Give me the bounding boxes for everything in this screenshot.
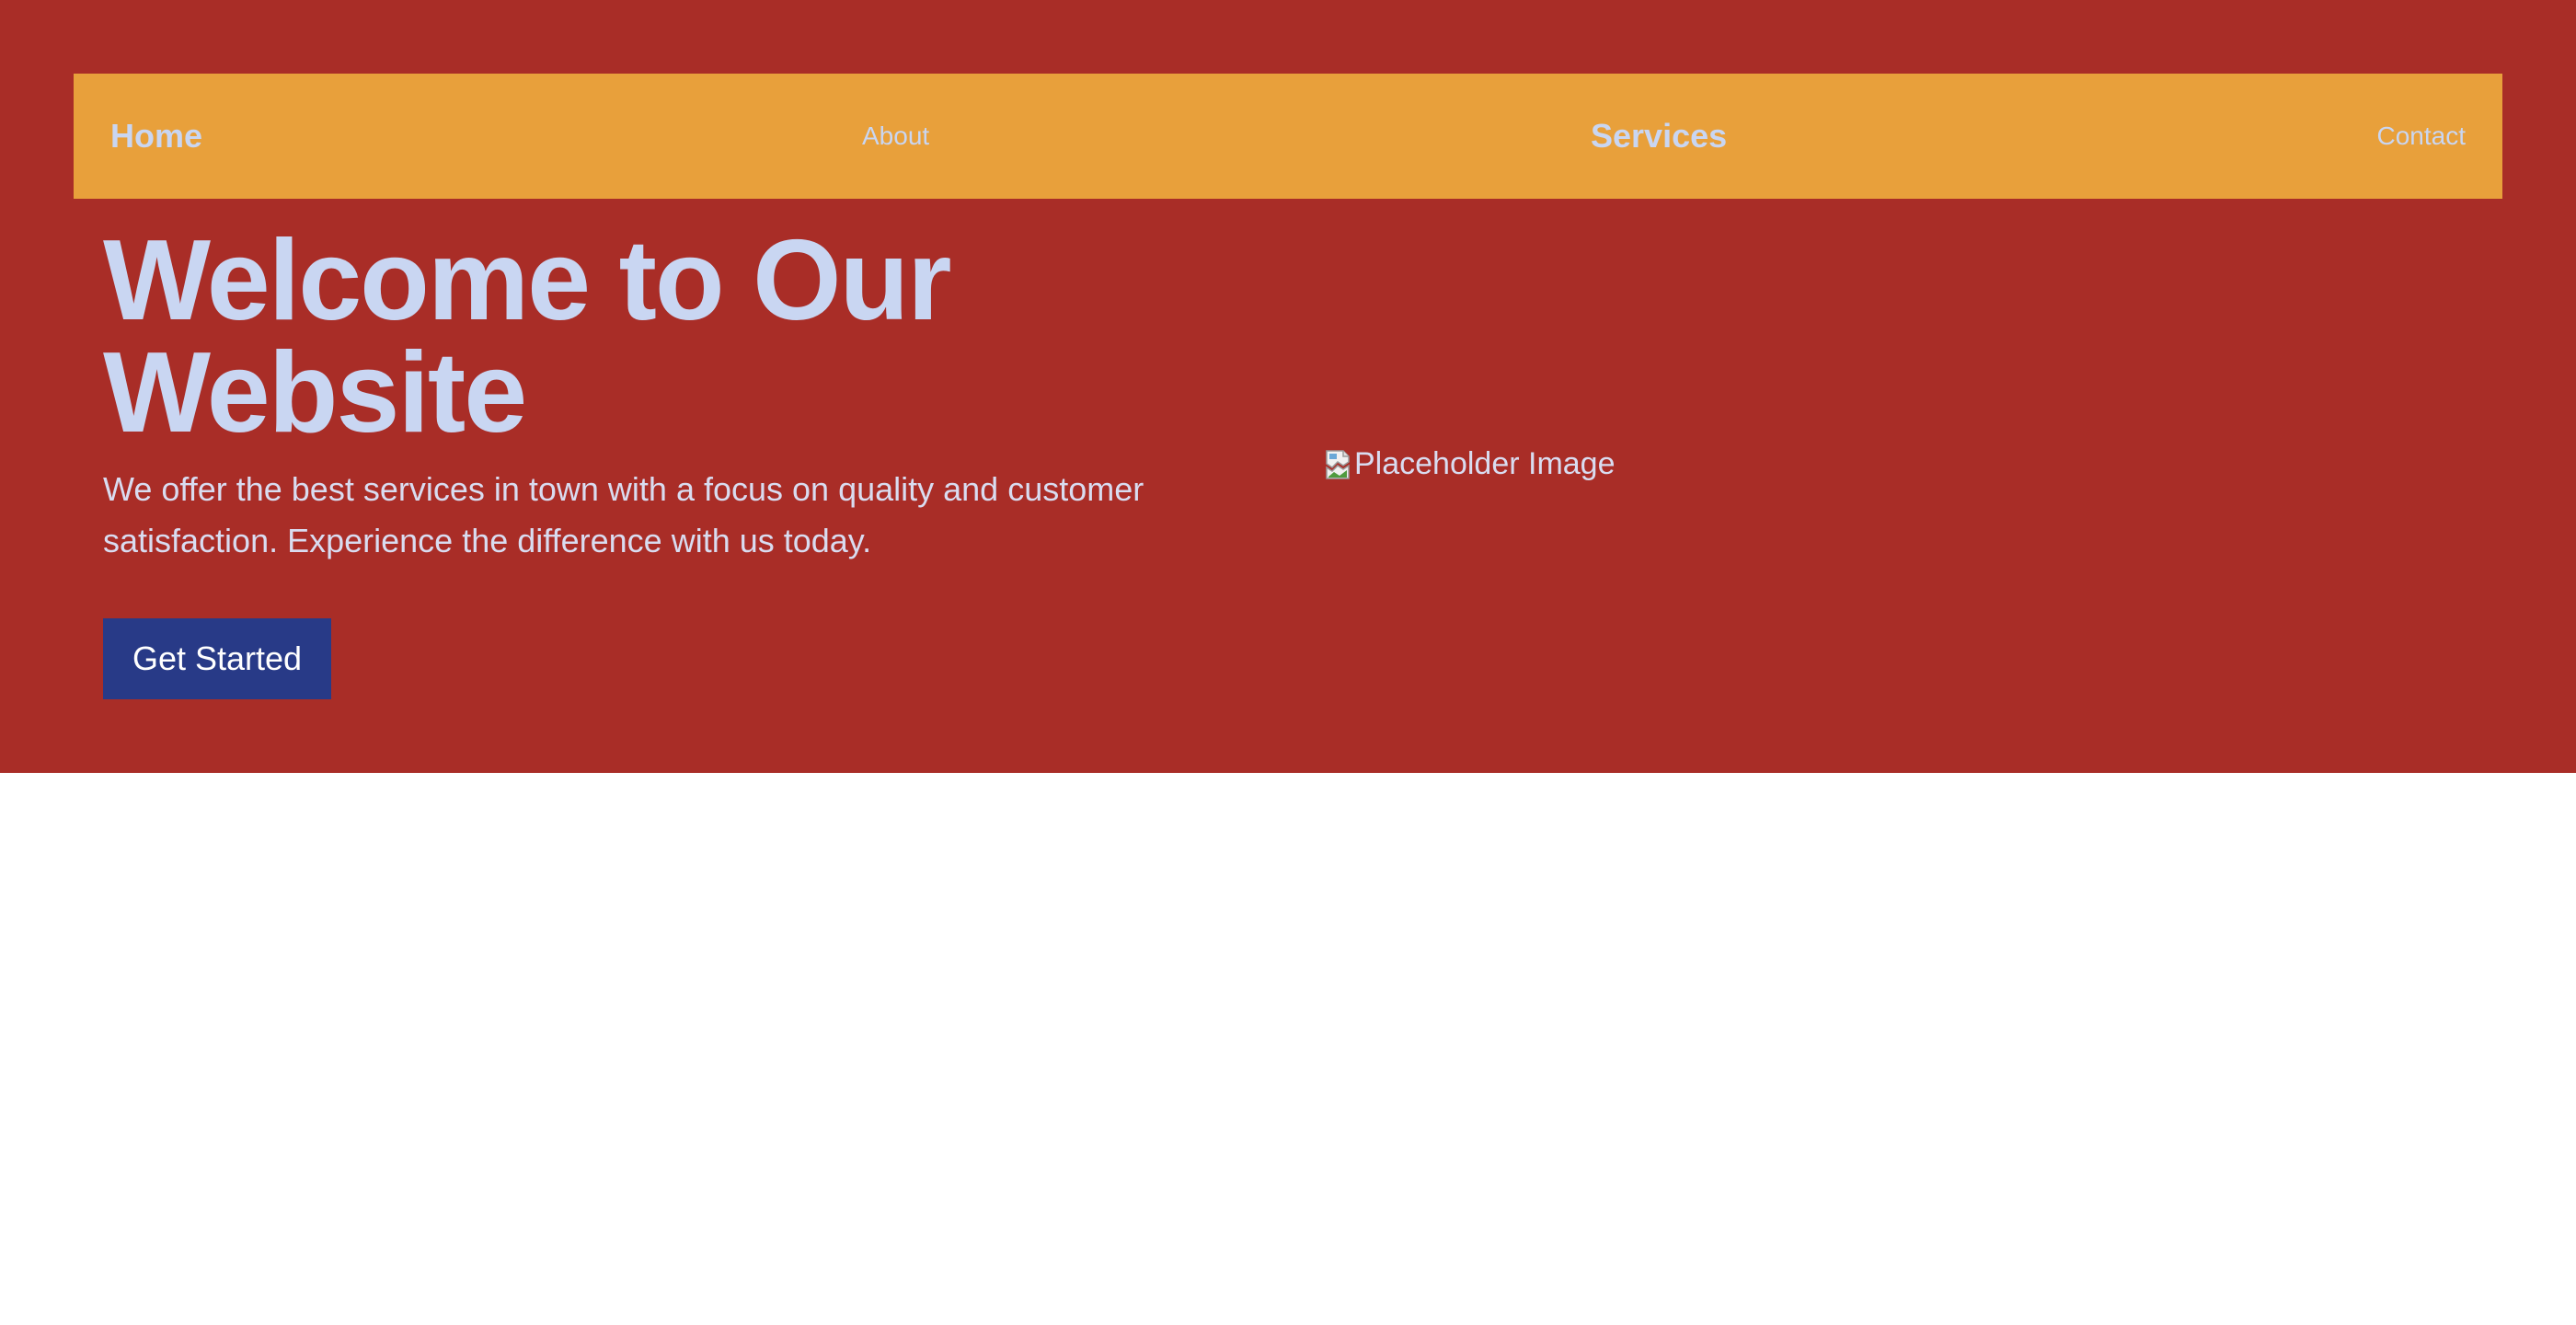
- hero-section: Home About Services Contact Welcome to O…: [0, 0, 2576, 773]
- hero-description: We offer the best services in town with …: [103, 470, 1144, 559]
- image-alt-text: Placeholder Image: [1354, 445, 1616, 481]
- nav-link-about[interactable]: About: [862, 74, 929, 199]
- hero-title: Welcome to Our Website: [103, 217, 952, 456]
- nav-link-services[interactable]: Services: [1591, 74, 1727, 199]
- broken-image-icon: [1326, 450, 1350, 479]
- nav-link-contact[interactable]: Contact: [2377, 74, 2467, 199]
- hero-image-placeholder: Placeholder Image: [1325, 440, 1616, 488]
- navbar: Home About Services Contact: [74, 74, 2502, 199]
- get-started-button[interactable]: Get Started: [103, 618, 331, 699]
- nav-link-home[interactable]: Home: [110, 74, 202, 199]
